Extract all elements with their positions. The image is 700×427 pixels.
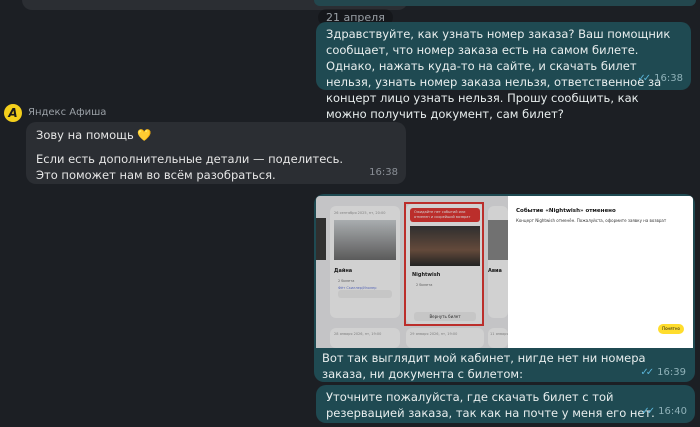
- sender-name[interactable]: Яндекс Афиша: [28, 107, 106, 118]
- attached-screenshot[interactable]: 26 сентября 2025, пт, 20:00 Дайна 2 биле…: [316, 196, 693, 348]
- cancellation-panel: Событие «Nightwish» отменено Концерт Nig…: [508, 196, 693, 348]
- outgoing-message-download[interactable]: Уточните пожалуйста, где скачать билет с…: [316, 385, 695, 423]
- panel-title: Событие «Nightwish» отменено: [516, 208, 616, 214]
- panel-ok-label: Понятно: [662, 326, 680, 331]
- message-meta: ✓✓ 16:40: [641, 404, 687, 420]
- message-time: 16:38: [654, 73, 683, 84]
- message-text: Уточните пожалуйста, где скачать билет с…: [326, 390, 655, 420]
- message-time: 16:39: [657, 367, 686, 378]
- message-meta: ✓✓ 16:38: [637, 71, 683, 87]
- reply-line-1: Зову на помощь 💛: [36, 128, 152, 142]
- message-meta: ✓✓ 16:39: [640, 367, 686, 378]
- caption-text: Вот так выглядит мой кабинет, нигде нет …: [322, 351, 646, 381]
- dim-overlay: [316, 196, 508, 348]
- outgoing-message-question[interactable]: Здравствуйте, как узнать номер заказа? В…: [316, 22, 691, 121]
- double-check-icon: ✓✓: [641, 406, 655, 417]
- double-check-icon: ✓✓: [637, 73, 651, 84]
- avatar-letter: A: [8, 106, 18, 120]
- message-time: 16:38: [369, 167, 398, 178]
- previous-outgoing-stub: [314, 0, 696, 6]
- yandex-afisha-avatar[interactable]: A: [4, 104, 22, 122]
- message-text: Здравствуйте, как узнать номер заказа? В…: [326, 27, 671, 121]
- image-caption: Вот так выглядит мой кабинет, нигде нет …: [322, 350, 688, 382]
- panel-body: Концерт Nightwish отменён. Пожалуйста, о…: [516, 218, 667, 223]
- message-time: 16:40: [658, 406, 687, 417]
- reply-line-2: Если есть дополнительные детали — подели…: [36, 152, 344, 182]
- double-check-icon: ✓✓: [640, 367, 654, 378]
- incoming-message-reply[interactable]: Зову на помощь 💛 Если есть дополнительны…: [26, 122, 406, 184]
- panel-ok-button[interactable]: Понятно: [658, 324, 684, 334]
